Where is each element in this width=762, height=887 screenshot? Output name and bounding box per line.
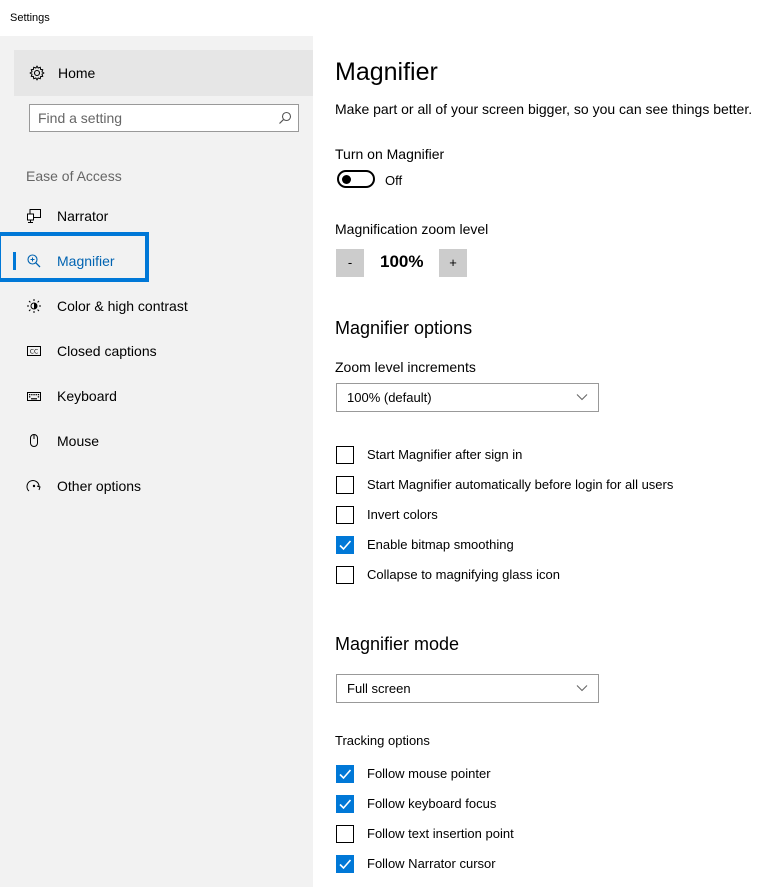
checkbox[interactable] [336,446,354,464]
sidebar-item-label: Other options [57,478,142,494]
checkmark-icon [339,769,352,780]
sidebar-item-magnifier[interactable]: Magnifier [0,241,313,281]
section-label-ease-of-access: Ease of Access [26,168,122,184]
zoom-level-value: 100% [380,252,424,271]
sidebar-item-color-high-contrast[interactable]: Color & high contrast [0,286,313,326]
sidebar-item-keyboard[interactable]: Keyboard [0,376,313,416]
dropdown-value: Full screen [347,681,411,696]
dropdown-value: 100% (default) [347,390,432,405]
zoom-level-label: Magnification zoom level [335,221,489,237]
magnifier-icon [27,254,41,268]
checkbox-checked[interactable] [336,536,354,554]
tracking-options-label: Tracking options [335,733,430,748]
checkbox-label: Start Magnifier automatically before log… [367,477,674,492]
chevron-down-icon [576,394,588,401]
main-content: Magnifier Make part or all of your scree… [335,0,762,887]
checkmark-icon [339,859,352,870]
home-label: Home [58,65,96,81]
page-title: Magnifier [335,58,438,86]
svg-text:CC: CC [30,349,38,356]
zoom-increments-label: Zoom level increments [335,359,476,375]
magnifier-options-heading: Magnifier options [335,318,473,338]
keyboard-icon [27,392,41,401]
mouse-icon [30,434,38,447]
home-button[interactable]: Home [14,50,313,96]
sidebar-item-narrator[interactable]: Narrator [0,196,313,236]
zoom-out-button[interactable]: - [336,249,364,277]
checkbox-label: Follow mouse pointer [367,766,491,781]
selection-indicator [13,252,16,270]
checkbox-checked[interactable] [336,765,354,783]
brightness-icon [27,299,41,313]
sidebar: Home Ease of Access Narrator Magnifier [0,36,313,887]
page-description: Make part or all of your screen bigger, … [335,101,753,117]
checkbox[interactable] [336,476,354,494]
turn-on-magnifier-label: Turn on Magnifier [335,146,445,162]
narrator-icon [27,209,41,223]
toggle-state-label: Off [385,173,403,188]
checkbox-checked[interactable] [336,855,354,873]
checkbox-label: Start Magnifier after sign in [367,447,523,462]
checkbox-label: Follow text insertion point [367,826,514,841]
checkbox-label: Collapse to magnifying glass icon [367,567,560,582]
checkbox-label: Follow keyboard focus [367,796,497,811]
zoom-in-button[interactable]: + [439,249,467,277]
sidebar-item-label: Closed captions [57,343,157,359]
sidebar-item-label: Color & high contrast [57,298,188,314]
checkbox-label: Enable bitmap smoothing [367,537,514,552]
window-title: Settings [10,12,50,24]
sidebar-item-label: Narrator [57,208,109,224]
zoom-increments-dropdown[interactable]: 100% (default) [336,383,599,412]
checkbox[interactable] [336,566,354,584]
checkbox[interactable] [336,506,354,524]
search-input[interactable] [38,109,263,127]
checkbox[interactable] [336,825,354,843]
sidebar-item-label: Magnifier [57,253,115,269]
checkbox-label: Invert colors [367,507,438,522]
magnifier-mode-dropdown[interactable]: Full screen [336,674,599,703]
sidebar-item-closed-captions[interactable]: CC Closed captions [0,331,313,371]
checkbox-label: Follow Narrator cursor [367,856,496,871]
checkmark-icon [339,540,352,551]
closed-captions-icon: CC [27,346,41,356]
chevron-down-icon [576,685,588,692]
magnifier-mode-heading: Magnifier mode [335,634,460,654]
sidebar-item-label: Keyboard [57,388,117,404]
sidebar-item-other-options[interactable]: Other options [0,466,313,506]
checkbox-checked[interactable] [336,795,354,813]
checkmark-icon [339,799,352,810]
magnifier-toggle[interactable] [337,170,375,188]
search-box[interactable] [29,104,299,132]
gear-icon [29,65,45,81]
other-options-icon [26,480,41,492]
sidebar-item-mouse[interactable]: Mouse [0,421,313,461]
sidebar-item-label: Mouse [57,433,100,449]
search-icon[interactable] [278,111,292,125]
toggle-knob [342,175,351,184]
